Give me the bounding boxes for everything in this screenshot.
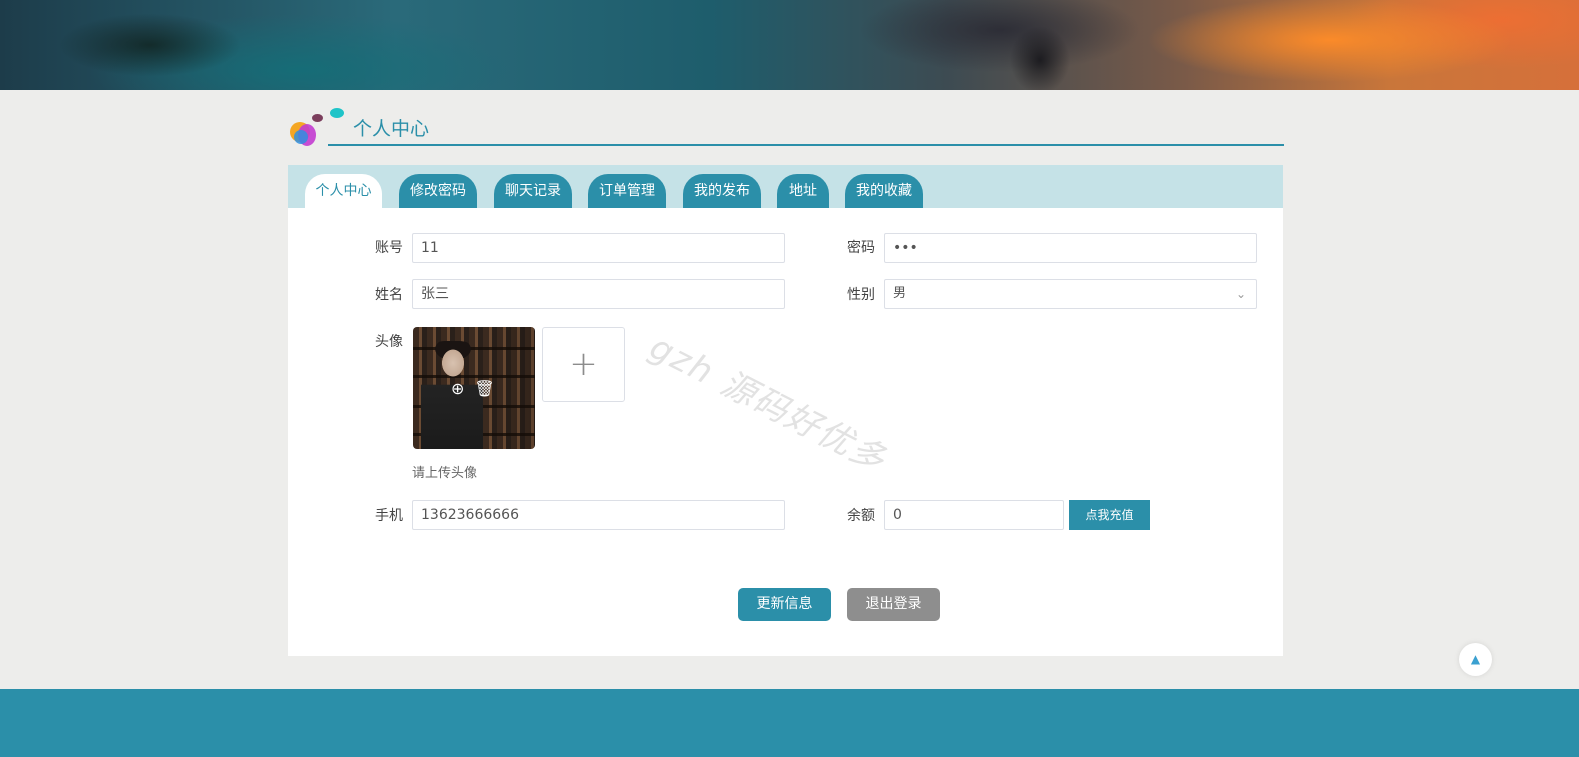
watermark-text: gzh 源码好优多: [643, 327, 893, 481]
tab-change-password[interactable]: 修改密码: [399, 174, 477, 208]
gender-label: 性别: [847, 287, 875, 303]
recharge-button[interactable]: 点我充值: [1069, 500, 1150, 530]
profile-panel: 个人中心 修改密码 聊天记录 订单管理 我的发布 地址 我的收藏 gzh 源码好…: [288, 165, 1283, 656]
phone-input[interactable]: 13623666666: [412, 500, 785, 530]
tab-bar: 个人中心 修改密码 聊天记录 订单管理 我的发布 地址 我的收藏: [288, 165, 1283, 208]
chevron-down-icon: ⌄: [1235, 287, 1246, 301]
update-info-button[interactable]: 更新信息: [738, 588, 831, 621]
phone-label: 手机: [375, 508, 403, 524]
trash-icon[interactable]: 🗑: [474, 379, 494, 398]
tab-order-management[interactable]: 订单管理: [588, 174, 666, 208]
name-input[interactable]: 张三: [412, 279, 785, 309]
plus-icon[interactable]: +: [542, 327, 625, 402]
name-label: 姓名: [375, 287, 403, 303]
zoom-in-icon[interactable]: ⊕: [451, 379, 464, 398]
page-footer: [0, 689, 1579, 757]
section-header: 个人中心: [290, 106, 1284, 150]
password-input[interactable]: •••: [884, 233, 1257, 263]
avatar-label: 头像: [375, 334, 403, 350]
tab-my-favorites[interactable]: 我的收藏: [845, 174, 923, 208]
banner-silhouette: [980, 0, 1100, 90]
password-label: 密码: [847, 240, 875, 256]
page-title: 个人中心: [353, 118, 430, 140]
logout-button[interactable]: 退出登录: [847, 588, 940, 621]
banner-foliage: [20, 0, 280, 90]
tab-personal-center[interactable]: 个人中心: [305, 174, 382, 208]
tab-address[interactable]: 地址: [777, 174, 829, 208]
avatar-upload-hint: 请上传头像: [412, 466, 478, 481]
balance-label: 余额: [847, 508, 875, 524]
title-underline: [328, 144, 1284, 146]
account-input[interactable]: 11: [412, 233, 785, 263]
avatar-thumbnail[interactable]: ⊕ 🗑: [413, 327, 535, 449]
tab-my-posts[interactable]: 我的发布: [683, 174, 761, 208]
tab-chat-records[interactable]: 聊天记录: [494, 174, 572, 208]
arrow-up-icon[interactable]: ▲: [1459, 643, 1492, 676]
gender-selected-value: 男: [893, 286, 907, 301]
balance-input[interactable]: 0: [884, 500, 1064, 530]
header-banner: [0, 0, 1579, 90]
account-label: 账号: [375, 240, 403, 256]
gender-select[interactable]: 男 ⌄: [884, 279, 1257, 309]
